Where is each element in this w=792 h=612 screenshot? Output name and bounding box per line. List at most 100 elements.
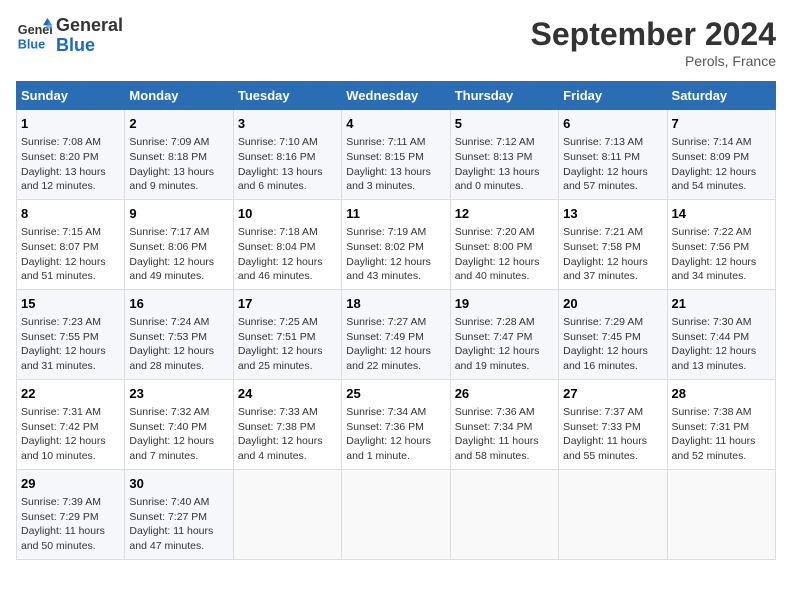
day-info: Sunrise: 7:11 AMSunset: 8:15 PMDaylight:… — [346, 135, 445, 194]
calendar-table: SundayMondayTuesdayWednesdayThursdayFrid… — [16, 81, 776, 560]
day-info: Sunrise: 7:31 AMSunset: 7:42 PMDaylight:… — [21, 405, 120, 464]
calendar-cell: 9 Sunrise: 7:17 AMSunset: 8:06 PMDaylight… — [125, 199, 233, 289]
calendar-cell: 15 Sunrise: 7:23 AMSunset: 7:55 PMDayligh… — [17, 289, 125, 379]
day-number: 22 — [21, 385, 120, 403]
calendar-cell: 3Sunrise: 7:10 AMSunset: 8:16 PMDaylight… — [233, 110, 341, 200]
calendar-cell: 25 Sunrise: 7:34 AMSunset: 7:36 PMDayligh… — [342, 379, 450, 469]
header-friday: Friday — [559, 82, 667, 110]
day-info: Sunrise: 7:23 AMSunset: 7:55 PMDaylight:… — [21, 315, 120, 374]
day-number: 16 — [129, 295, 228, 313]
day-number: 8 — [21, 205, 120, 223]
svg-text:General: General — [18, 23, 52, 37]
header-sunday: Sunday — [17, 82, 125, 110]
logo-text-blue: Blue — [56, 36, 123, 56]
calendar-cell: 17 Sunrise: 7:25 AMSunset: 7:51 PMDayligh… — [233, 289, 341, 379]
day-number: 1 — [21, 115, 120, 133]
calendar-cell — [233, 469, 341, 559]
day-number: 13 — [563, 205, 662, 223]
week-row-2: 8Sunrise: 7:15 AMSunset: 8:07 PMDaylight… — [17, 199, 776, 289]
calendar-cell — [450, 469, 558, 559]
day-number: 15 — [21, 295, 120, 313]
title-block: September 2024 Perols, France — [531, 16, 776, 69]
day-info: Sunrise: 7:37 AMSunset: 7:33 PMDaylight:… — [563, 405, 662, 464]
day-number: 9 — [129, 205, 228, 223]
calendar-cell: 10Sunrise: 7:18 AMSunset: 8:04 PMDayligh… — [233, 199, 341, 289]
day-info: Sunrise: 7:36 AMSunset: 7:34 PMDaylight:… — [455, 405, 554, 464]
calendar-cell: 2 Sunrise: 7:09 AMSunset: 8:18 PMDaylight… — [125, 110, 233, 200]
day-info: Sunrise: 7:28 AMSunset: 7:47 PMDaylight:… — [455, 315, 554, 374]
day-info: Sunrise: 7:33 AMSunset: 7:38 PMDaylight:… — [238, 405, 337, 464]
day-info: Sunrise: 7:27 AMSunset: 7:49 PMDaylight:… — [346, 315, 445, 374]
calendar-cell: 30Sunrise: 7:40 AMSunset: 7:27 PMDayligh… — [125, 469, 233, 559]
calendar-cell: 24 Sunrise: 7:33 AMSunset: 7:38 PMDayligh… — [233, 379, 341, 469]
day-number: 19 — [455, 295, 554, 313]
calendar-cell: 20 Sunrise: 7:29 AMSunset: 7:45 PMDayligh… — [559, 289, 667, 379]
day-number: 18 — [346, 295, 445, 313]
day-info: Sunrise: 7:14 AMSunset: 8:09 PMDaylight:… — [672, 135, 771, 194]
header-thursday: Thursday — [450, 82, 558, 110]
month-title: September 2024 — [531, 16, 776, 53]
calendar-cell: 12Sunrise: 7:20 AMSunset: 8:00 PMDayligh… — [450, 199, 558, 289]
day-number: 2 — [129, 115, 228, 133]
location: Perols, France — [531, 53, 776, 69]
calendar-cell: 5 Sunrise: 7:12 AMSunset: 8:13 PMDaylight… — [450, 110, 558, 200]
calendar-cell: 28 Sunrise: 7:38 AMSunset: 7:31 PMDayligh… — [667, 379, 775, 469]
calendar-cell: 1Sunrise: 7:08 AMSunset: 8:20 PMDaylight… — [17, 110, 125, 200]
day-number: 24 — [238, 385, 337, 403]
day-info: Sunrise: 7:34 AMSunset: 7:36 PMDaylight:… — [346, 405, 445, 464]
day-info: Sunrise: 7:24 AMSunset: 7:53 PMDaylight:… — [129, 315, 228, 374]
day-info: Sunrise: 7:38 AMSunset: 7:31 PMDaylight:… — [672, 405, 771, 464]
svg-text:Blue: Blue — [18, 37, 45, 51]
day-info: Sunrise: 7:40 AMSunset: 7:27 PMDaylight:… — [129, 495, 228, 554]
day-info: Sunrise: 7:09 AMSunset: 8:18 PMDaylight:… — [129, 135, 228, 194]
calendar-cell: 19 Sunrise: 7:28 AMSunset: 7:47 PMDayligh… — [450, 289, 558, 379]
header-row: SundayMondayTuesdayWednesdayThursdayFrid… — [17, 82, 776, 110]
header-wednesday: Wednesday — [342, 82, 450, 110]
day-number: 4 — [346, 115, 445, 133]
page-header: General Blue General Blue September 2024… — [16, 16, 776, 69]
calendar-cell — [342, 469, 450, 559]
calendar-cell: 8Sunrise: 7:15 AMSunset: 8:07 PMDaylight… — [17, 199, 125, 289]
calendar-cell: 21Sunrise: 7:30 AMSunset: 7:44 PMDayligh… — [667, 289, 775, 379]
day-number: 6 — [563, 115, 662, 133]
week-row-5: 29 Sunrise: 7:39 AMSunset: 7:29 PMDayligh… — [17, 469, 776, 559]
calendar-cell — [667, 469, 775, 559]
day-info: Sunrise: 7:12 AMSunset: 8:13 PMDaylight:… — [455, 135, 554, 194]
day-info: Sunrise: 7:21 AMSunset: 7:58 PMDaylight:… — [563, 225, 662, 284]
calendar-cell: 11Sunrise: 7:19 AMSunset: 8:02 PMDayligh… — [342, 199, 450, 289]
day-info: Sunrise: 7:25 AMSunset: 7:51 PMDaylight:… — [238, 315, 337, 374]
day-number: 21 — [672, 295, 771, 313]
day-info: Sunrise: 7:13 AMSunset: 8:11 PMDaylight:… — [563, 135, 662, 194]
calendar-cell: 13 Sunrise: 7:21 AMSunset: 7:58 PMDayligh… — [559, 199, 667, 289]
header-saturday: Saturday — [667, 82, 775, 110]
day-number: 27 — [563, 385, 662, 403]
week-row-4: 22 Sunrise: 7:31 AMSunset: 7:42 PMDayligh… — [17, 379, 776, 469]
day-number: 14 — [672, 205, 771, 223]
day-info: Sunrise: 7:17 AMSunset: 8:06 PMDaylight:… — [129, 225, 228, 284]
calendar-cell: 22 Sunrise: 7:31 AMSunset: 7:42 PMDayligh… — [17, 379, 125, 469]
day-number: 28 — [672, 385, 771, 403]
logo: General Blue General Blue — [16, 16, 123, 56]
calendar-cell: 4 Sunrise: 7:11 AMSunset: 8:15 PMDaylight… — [342, 110, 450, 200]
day-number: 17 — [238, 295, 337, 313]
calendar-cell: 29 Sunrise: 7:39 AMSunset: 7:29 PMDayligh… — [17, 469, 125, 559]
header-monday: Monday — [125, 82, 233, 110]
day-info: Sunrise: 7:29 AMSunset: 7:45 PMDaylight:… — [563, 315, 662, 374]
day-number: 26 — [455, 385, 554, 403]
calendar-cell: 26 Sunrise: 7:36 AMSunset: 7:34 PMDayligh… — [450, 379, 558, 469]
day-number: 25 — [346, 385, 445, 403]
day-number: 29 — [21, 475, 120, 493]
week-row-1: 1Sunrise: 7:08 AMSunset: 8:20 PMDaylight… — [17, 110, 776, 200]
day-number: 5 — [455, 115, 554, 133]
calendar-cell: 16 Sunrise: 7:24 AMSunset: 7:53 PMDayligh… — [125, 289, 233, 379]
day-number: 20 — [563, 295, 662, 313]
calendar-cell — [559, 469, 667, 559]
day-info: Sunrise: 7:18 AMSunset: 8:04 PMDaylight:… — [238, 225, 337, 284]
calendar-cell: 6 Sunrise: 7:13 AMSunset: 8:11 PMDaylight… — [559, 110, 667, 200]
day-number: 7 — [672, 115, 771, 133]
day-info: Sunrise: 7:39 AMSunset: 7:29 PMDaylight:… — [21, 495, 120, 554]
calendar-cell: 27 Sunrise: 7:37 AMSunset: 7:33 PMDayligh… — [559, 379, 667, 469]
day-info: Sunrise: 7:22 AMSunset: 7:56 PMDaylight:… — [672, 225, 771, 284]
calendar-cell: 18 Sunrise: 7:27 AMSunset: 7:49 PMDayligh… — [342, 289, 450, 379]
logo-text-general: General — [56, 16, 123, 36]
